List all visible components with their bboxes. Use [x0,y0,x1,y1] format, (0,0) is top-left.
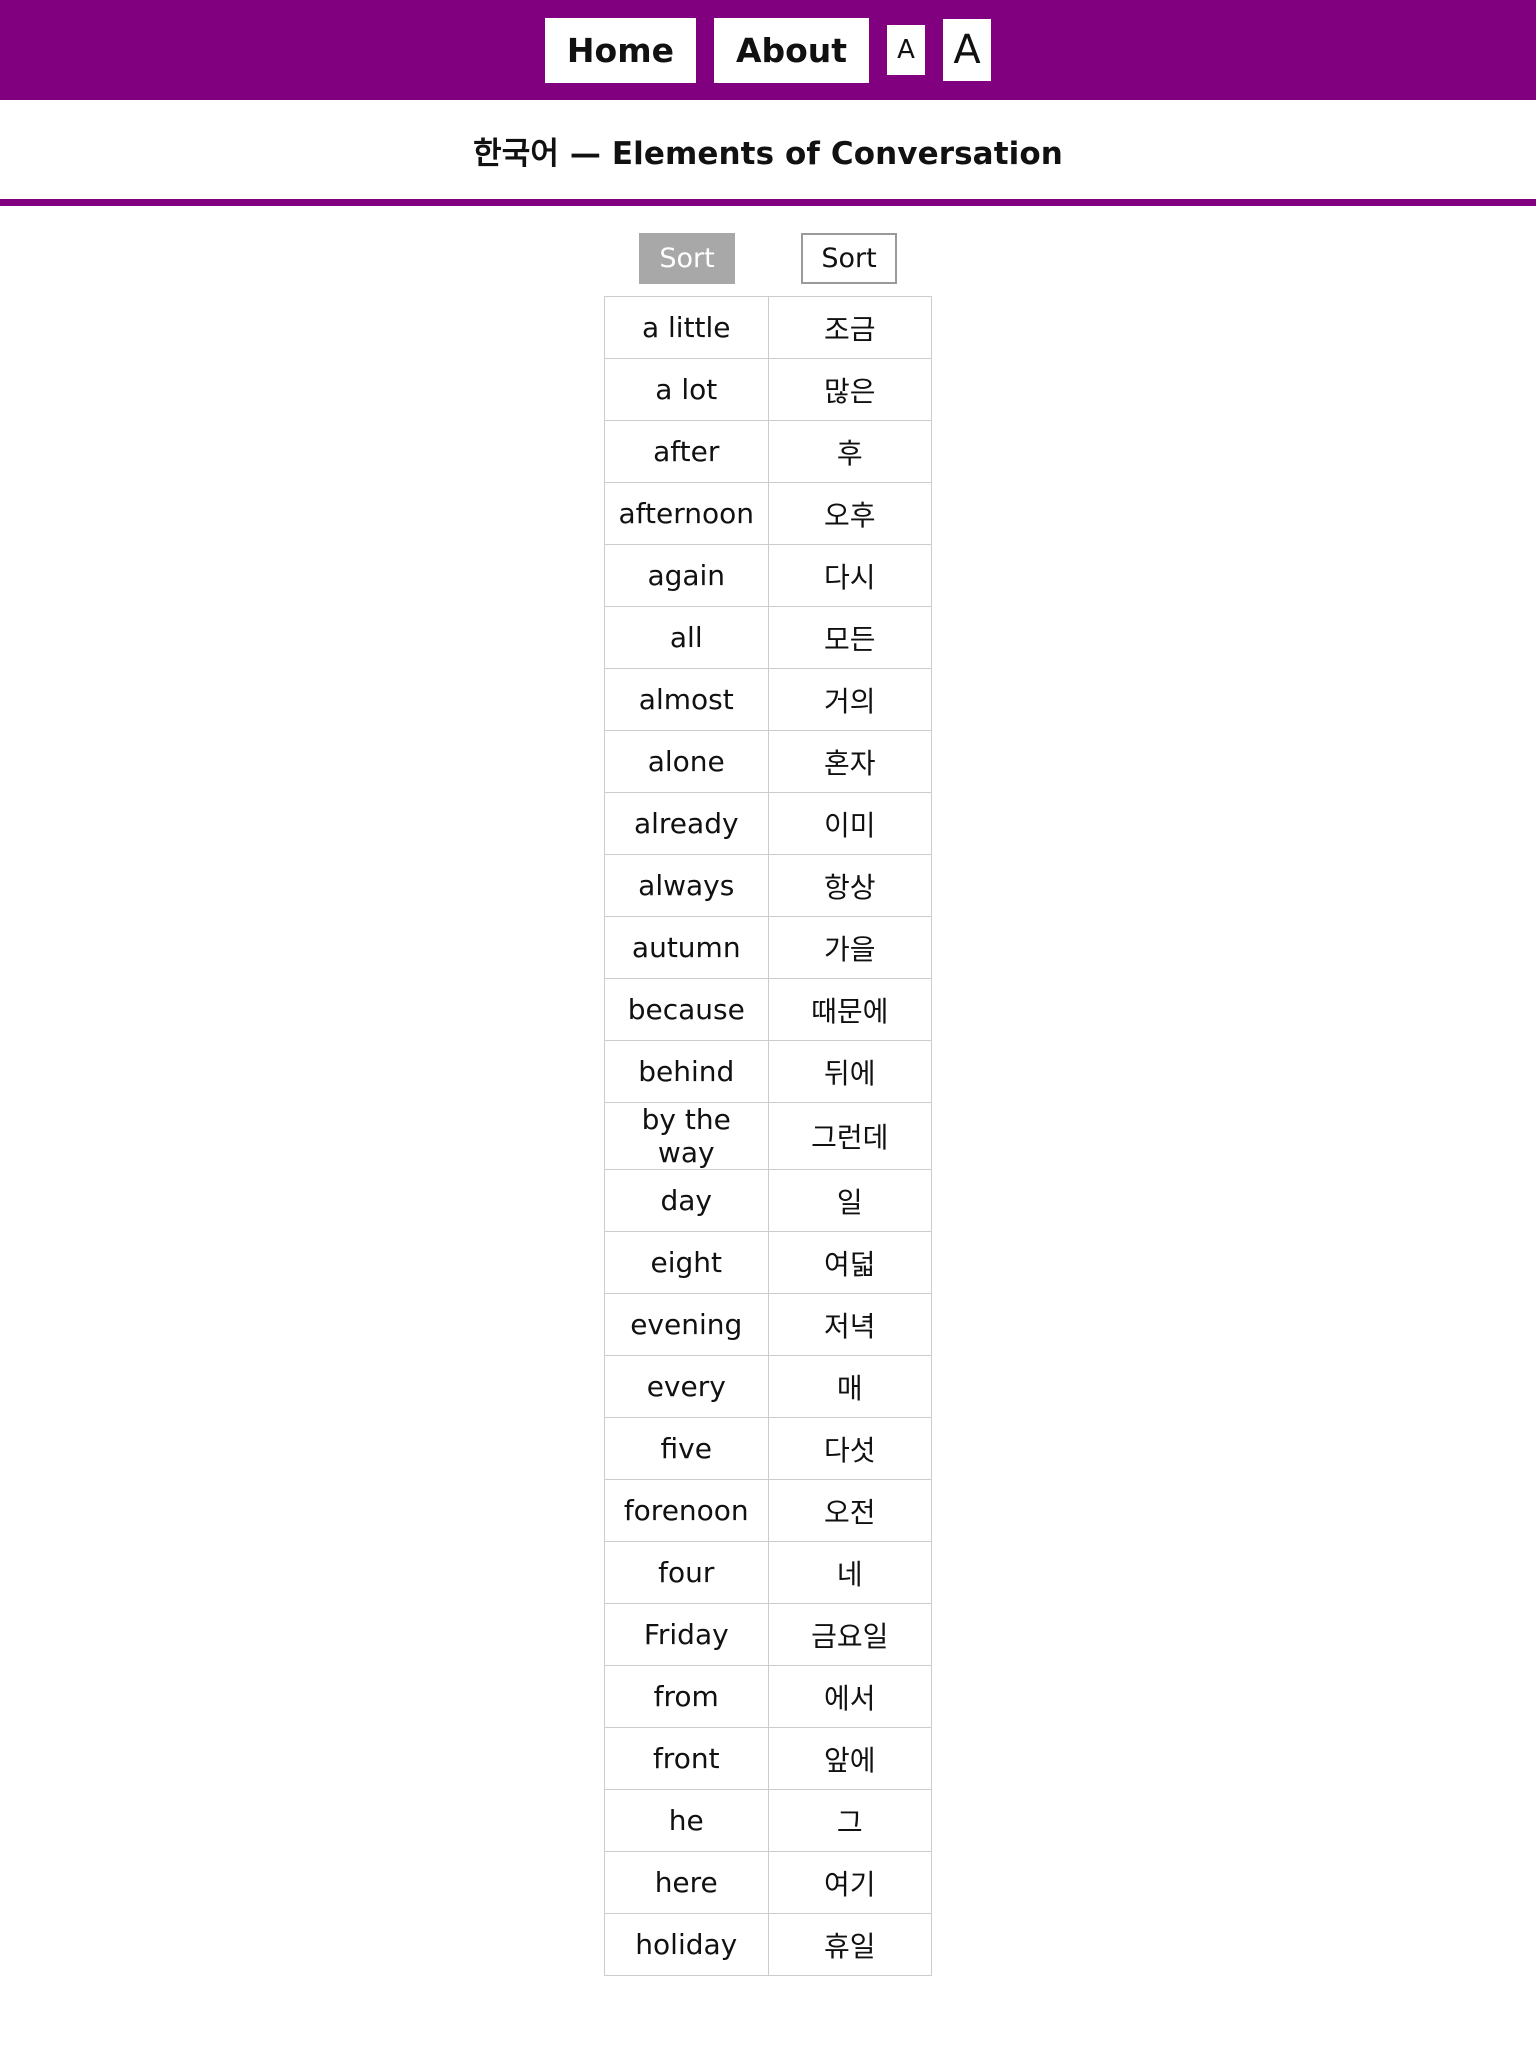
vocab-cell-korean: 오후 [767,482,932,545]
table-row: almost 거의 [604,668,932,731]
table-row: four 네 [604,1541,932,1604]
vocab-cell-english: behind [604,1040,769,1103]
table-row: he 그 [604,1789,932,1852]
vocab-cell-english: again [604,544,769,607]
vocab-cell-english: front [604,1727,769,1790]
vocab-cell-english: after [604,420,769,483]
vocab-cell-english: always [604,854,769,917]
vocab-cell-english: alone [604,730,769,793]
vocab-cell-english: from [604,1665,769,1728]
vocab-cell-korean: 다섯 [767,1417,932,1480]
vocab-cell-korean: 일 [767,1169,932,1232]
table-row: a lot 많은 [604,358,932,421]
vocab-cell-english: by the way [604,1102,769,1170]
vocab-cell-english: four [604,1541,769,1604]
vocab-cell-english: evening [604,1293,769,1356]
vocab-cell-korean: 네 [767,1541,932,1604]
vocab-cell-english: every [604,1355,769,1418]
vocab-cell-korean: 모든 [767,606,932,669]
vocab-cell-korean: 휴일 [767,1913,932,1976]
vocab-cell-english: day [604,1169,769,1232]
table-row: all 모든 [604,606,932,669]
page-title-area: 한국어 — Elements of Conversation [0,100,1536,199]
font-decrease-button[interactable]: A [887,25,926,75]
vocab-cell-korean: 매 [767,1355,932,1418]
vocab-cell-korean: 그런데 [767,1102,932,1170]
vocabulary-table-body: a little 조금 a lot 많은 after 후 afternoon 오후 again 다… [604,296,932,1976]
nav-about-button[interactable]: About [713,17,870,83]
vocab-cell-korean: 앞에 [767,1727,932,1790]
table-row: eight 여덟 [604,1231,932,1294]
vocab-cell-english: he [604,1789,769,1852]
vocab-cell-english: almost [604,668,769,731]
nav-home-button[interactable]: Home [544,17,696,83]
vocab-cell-english: autumn [604,916,769,979]
sort-cell-korean: Sort [768,233,930,284]
table-row: holiday 휴일 [604,1913,932,1976]
table-row: because 때문에 [604,978,932,1041]
table-row: a little 조금 [604,296,932,359]
table-row: behind 뒤에 [604,1040,932,1103]
vocab-cell-korean: 금요일 [767,1603,932,1666]
table-row: by the way 그런데 [604,1102,932,1170]
table-row: here 여기 [604,1851,932,1914]
vocab-cell-korean: 여기 [767,1851,932,1914]
sort-korean-button[interactable]: Sort [801,233,897,284]
vocabulary-table-wrapper: a little 조금 a lot 많은 after 후 afternoon 오후 again 다… [0,296,1536,1976]
sort-controls-inner: Sort Sort [606,233,930,284]
vocab-cell-english: forenoon [604,1479,769,1542]
vocab-cell-korean: 많은 [767,358,932,421]
vocab-cell-english: here [604,1851,769,1914]
nav-button-group: Home About A A [544,17,992,83]
vocab-cell-korean: 조금 [767,296,932,359]
vocab-cell-korean: 뒤에 [767,1040,932,1103]
table-row: after 후 [604,420,932,483]
table-row: day 일 [604,1169,932,1232]
vocab-cell-english: eight [604,1231,769,1294]
vocab-cell-english: afternoon [604,482,769,545]
page-title: 한국어 — Elements of Conversation [473,136,1063,172]
sort-cell-english: Sort [606,233,768,284]
vocab-cell-english: a little [604,296,769,359]
title-divider-rule [0,199,1536,206]
vocab-cell-korean: 저녁 [767,1293,932,1356]
vocab-cell-korean: 거의 [767,668,932,731]
vocab-cell-korean: 에서 [767,1665,932,1728]
sort-english-button[interactable]: Sort [639,233,735,284]
top-navigation-bar: Home About A A [0,0,1536,100]
vocab-cell-korean: 가을 [767,916,932,979]
sort-controls-row: Sort Sort [0,206,1536,296]
table-row: five 다섯 [604,1417,932,1480]
vocab-cell-korean: 오전 [767,1479,932,1542]
table-row: front 앞에 [604,1727,932,1790]
vocab-cell-english: all [604,606,769,669]
vocab-cell-english: five [604,1417,769,1480]
vocab-cell-english: because [604,978,769,1041]
vocab-cell-korean: 다시 [767,544,932,607]
table-row: autumn 가을 [604,916,932,979]
vocab-cell-english: already [604,792,769,855]
table-row: from 에서 [604,1665,932,1728]
vocab-cell-korean: 이미 [767,792,932,855]
vocabulary-table: a little 조금 a lot 많은 after 후 afternoon 오후 again 다… [604,296,932,1976]
table-row: alone 혼자 [604,730,932,793]
vocab-cell-english: holiday [604,1913,769,1976]
table-row: always 항상 [604,854,932,917]
table-row: forenoon 오전 [604,1479,932,1542]
vocab-cell-korean: 혼자 [767,730,932,793]
font-increase-button[interactable]: A [943,19,992,81]
table-row: Friday 금요일 [604,1603,932,1666]
table-row: afternoon 오후 [604,482,932,545]
vocab-cell-english: a lot [604,358,769,421]
table-row: every 매 [604,1355,932,1418]
table-row: again 다시 [604,544,932,607]
vocab-cell-korean: 그 [767,1789,932,1852]
vocab-cell-korean: 후 [767,420,932,483]
table-row: evening 저녁 [604,1293,932,1356]
vocab-cell-english: Friday [604,1603,769,1666]
vocab-cell-korean: 때문에 [767,978,932,1041]
table-row: already 이미 [604,792,932,855]
vocab-cell-korean: 여덟 [767,1231,932,1294]
vocab-cell-korean: 항상 [767,854,932,917]
